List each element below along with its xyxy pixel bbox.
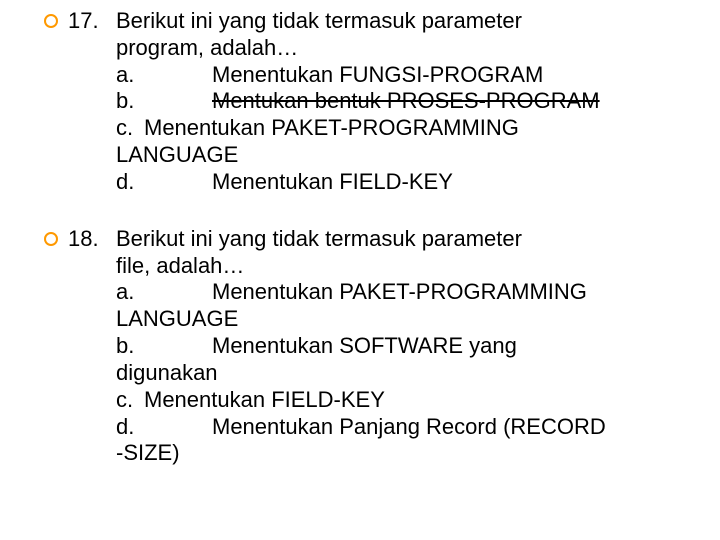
option-d-cont: -SIZE) bbox=[116, 440, 676, 467]
option-b-label: b. bbox=[116, 88, 212, 115]
bullet-icon bbox=[44, 14, 58, 28]
option-b: b.Mentukan bentuk PROSES-PROGRAM bbox=[116, 88, 676, 115]
option-a-label: a. bbox=[116, 62, 212, 89]
option-c-text: Menentukan PAKET-PROGRAMMING bbox=[144, 115, 519, 140]
option-b: b.Menentukan SOFTWARE yang bbox=[116, 333, 676, 360]
option-a-text: Menentukan FUNGSI-PROGRAM bbox=[212, 62, 543, 87]
option-d-text: Menentukan Panjang Record (RECORD bbox=[212, 414, 606, 439]
option-a: a.Menentukan FUNGSI-PROGRAM bbox=[116, 62, 676, 89]
question-18: 18. Berikut ini yang tidak termasuk para… bbox=[24, 226, 696, 467]
option-d: d.Menentukan FIELD-KEY bbox=[116, 169, 676, 196]
option-b-label: b. bbox=[116, 333, 212, 360]
option-a-label: a. bbox=[116, 279, 212, 306]
question-text-line2: file, adalah… bbox=[116, 253, 676, 280]
option-c: c.Menentukan FIELD-KEY bbox=[116, 387, 676, 414]
options-18: a.Menentukan PAKET-PROGRAMMING LANGUAGE … bbox=[116, 279, 676, 467]
option-b-cont: digunakan bbox=[116, 360, 676, 387]
page: 17. Berikut ini yang tidak termasuk para… bbox=[0, 0, 720, 540]
option-b-text: Mentukan bentuk PROSES-PROGRAM bbox=[212, 88, 600, 113]
option-a-cont: LANGUAGE bbox=[116, 306, 676, 333]
option-c-text: Menentukan FIELD-KEY bbox=[144, 387, 385, 412]
bullet-icon bbox=[44, 232, 58, 246]
option-c: c.Menentukan PAKET-PROGRAMMING bbox=[116, 115, 676, 142]
option-a-text: Menentukan PAKET-PROGRAMMING bbox=[212, 279, 587, 304]
option-d-label: d. bbox=[116, 169, 212, 196]
question-17: 17. Berikut ini yang tidak termasuk para… bbox=[24, 8, 696, 196]
option-d: d.Menentukan Panjang Record (RECORD bbox=[116, 414, 676, 441]
options-17: a.Menentukan FUNGSI-PROGRAM b.Mentukan b… bbox=[116, 62, 676, 196]
option-d-label: d. bbox=[116, 414, 212, 441]
option-c-cont: LANGUAGE bbox=[116, 142, 676, 169]
question-text-line1: Berikut ini yang tidak termasuk paramete… bbox=[116, 226, 676, 253]
question-number: 17. bbox=[68, 8, 99, 35]
option-c-label: c. bbox=[116, 387, 144, 414]
option-c-label: c. bbox=[116, 115, 144, 142]
option-b-text: Menentukan SOFTWARE yang bbox=[212, 333, 517, 358]
option-d-text: Menentukan FIELD-KEY bbox=[212, 169, 453, 194]
option-a: a.Menentukan PAKET-PROGRAMMING bbox=[116, 279, 676, 306]
question-text-line1: Berikut ini yang tidak termasuk paramete… bbox=[116, 8, 676, 35]
question-number: 18. bbox=[68, 226, 99, 253]
question-text-line2: program, adalah… bbox=[116, 35, 676, 62]
